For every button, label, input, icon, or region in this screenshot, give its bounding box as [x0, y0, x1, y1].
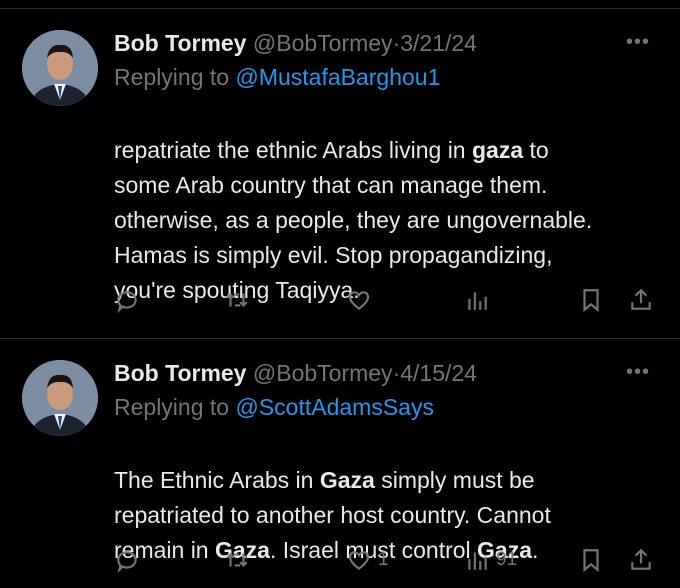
views-chart-icon	[468, 292, 487, 310]
tweet-content: Bob Tormey @BobTormey·3/21/24 ••• Replyi…	[114, 26, 660, 308]
tweet[interactable]: Bob Tormey @BobTormey·4/15/24 ••• Replyi…	[0, 356, 680, 588]
author-handle[interactable]: @BobTormey	[253, 360, 393, 386]
bookmark-button[interactable]	[578, 544, 604, 576]
retweet-icon	[226, 553, 248, 567]
tweet-header: Bob Tormey @BobTormey·4/15/24	[114, 356, 660, 390]
share-icon	[631, 288, 651, 310]
reply-icon	[117, 551, 137, 573]
more-dots-icon[interactable]: •••	[624, 362, 652, 382]
like-button[interactable]	[346, 284, 378, 316]
tweet-text: repatriate the ethnic Arabs living in ga…	[114, 98, 660, 308]
reply-icon	[117, 291, 137, 313]
retweet-button[interactable]	[224, 544, 256, 576]
heart-icon	[348, 551, 370, 571]
share-button[interactable]	[628, 284, 654, 316]
like-button[interactable]: 1	[346, 544, 389, 576]
bookmark-button[interactable]	[578, 284, 604, 316]
tweet-text-segment: The Ethnic Arabs in	[114, 467, 320, 493]
reply-button[interactable]	[114, 284, 146, 316]
views-button[interactable]	[464, 284, 496, 316]
tweet-header: Bob Tormey @BobTormey·3/21/24	[114, 26, 660, 60]
replying-to-label: Replying to	[114, 64, 236, 90]
views-count: 91	[496, 549, 518, 570]
author-name[interactable]: Bob Tormey	[114, 360, 246, 386]
tweet[interactable]: Bob Tormey @BobTormey·3/21/24 ••• Replyi…	[0, 26, 680, 336]
views-button[interactable]: 91	[464, 544, 517, 576]
share-icon	[631, 548, 651, 570]
retweet-button[interactable]	[224, 284, 256, 316]
top-divider	[0, 8, 680, 9]
tweet-text-segment: repatriate the ethnic Arabs living in	[114, 137, 472, 163]
avatar[interactable]	[22, 30, 98, 106]
tweet-content: Bob Tormey @BobTormey·4/15/24 ••• Replyi…	[114, 356, 660, 568]
like-count: 1	[378, 549, 389, 570]
tweet-text-highlight: gaza	[471, 137, 524, 163]
author-name[interactable]: Bob Tormey	[114, 30, 246, 56]
action-bar: 1 91	[114, 544, 660, 576]
reply-mention-link[interactable]: @MustafaBarghou1	[235, 64, 440, 90]
action-bar	[114, 284, 660, 316]
reply-mention-link[interactable]: @ScottAdamsSays	[235, 394, 433, 420]
reply-button[interactable]	[114, 544, 146, 576]
heart-icon	[348, 291, 370, 311]
avatar[interactable]	[22, 360, 98, 436]
author-handle[interactable]: @BobTormey	[253, 30, 393, 56]
more-dots-icon[interactable]: •••	[624, 32, 652, 52]
tweet-date[interactable]: 3/21/24	[400, 30, 477, 56]
tweet-divider	[0, 338, 680, 339]
bookmark-icon	[583, 289, 599, 313]
replying-to: Replying to @ScottAdamsSays	[114, 390, 660, 424]
tweet-date[interactable]: 4/15/24	[400, 360, 477, 386]
views-chart-icon	[468, 552, 487, 570]
retweet-icon	[226, 293, 248, 307]
share-button[interactable]	[628, 544, 654, 576]
replying-to-label: Replying to	[114, 394, 236, 420]
replying-to: Replying to @MustafaBarghou1	[114, 60, 660, 94]
bookmark-icon	[583, 549, 599, 573]
tweet-text-highlight: Gaza	[319, 467, 375, 493]
